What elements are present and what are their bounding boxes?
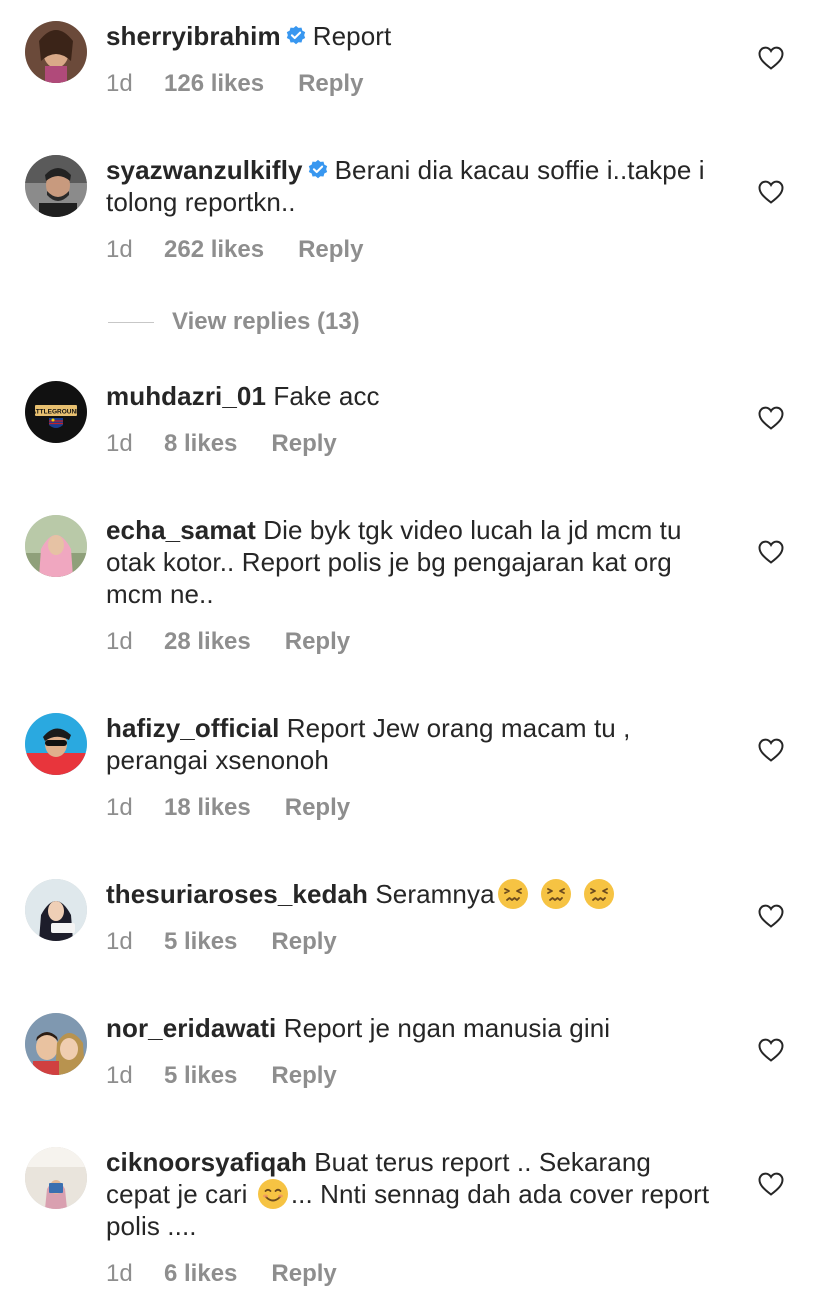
like-heart-icon[interactable]: [758, 540, 784, 564]
reply-button[interactable]: Reply: [298, 235, 363, 265]
avatar[interactable]: [25, 1013, 87, 1075]
comment-time: 1d: [106, 236, 133, 263]
likes-count[interactable]: 262 likes: [164, 235, 264, 265]
comment-meta: 1d 18 likes Reply: [106, 793, 350, 823]
avatar[interactable]: [25, 1147, 87, 1209]
view-replies-button[interactable]: View replies (13): [106, 306, 360, 338]
like-heart-icon[interactable]: [758, 1172, 784, 1196]
comment-username[interactable]: hafizy_official: [106, 713, 279, 743]
comment-meta: 1d 6 likes Reply: [106, 1259, 337, 1289]
likes-count[interactable]: 18 likes: [164, 793, 251, 823]
reply-button[interactable]: Reply: [271, 429, 336, 459]
likes-count[interactable]: 8 likes: [164, 429, 237, 459]
avatar[interactable]: [25, 21, 87, 83]
comment-time: 1d: [106, 794, 133, 821]
confounded-face-emoji: [583, 878, 615, 910]
comment-meta: 1d 262 likes Reply: [106, 235, 363, 265]
reply-button[interactable]: Reply: [298, 69, 363, 99]
likes-count[interactable]: 5 likes: [164, 927, 237, 957]
view-replies-label[interactable]: View replies (13): [172, 308, 360, 336]
like-heart-icon[interactable]: [758, 904, 784, 928]
like-heart-icon[interactable]: [758, 738, 784, 762]
comment-text: Fake acc: [273, 381, 380, 411]
verified-badge-icon: [307, 159, 329, 181]
avatar-badge-text: BATTLEGROUNDS: [27, 409, 86, 416]
comment-username[interactable]: nor_eridawati: [106, 1013, 276, 1043]
likes-count[interactable]: 6 likes: [164, 1259, 237, 1289]
confounded-face-emoji: [497, 878, 529, 910]
like-heart-icon[interactable]: [758, 180, 784, 204]
comment-time: 1d: [106, 1062, 133, 1089]
like-heart-icon[interactable]: [758, 1038, 784, 1062]
reply-button[interactable]: Reply: [271, 927, 336, 957]
like-heart-icon[interactable]: [758, 406, 784, 430]
confounded-face-emoji: [540, 878, 572, 910]
reply-button[interactable]: Reply: [285, 793, 350, 823]
comment-meta: 1d 28 likes Reply: [106, 627, 350, 657]
avatar[interactable]: [25, 713, 87, 775]
comment-meta: 1d 8 likes Reply: [106, 429, 337, 459]
like-heart-icon[interactable]: [758, 46, 784, 70]
comment-text: Report je ngan manusia gini: [283, 1013, 611, 1043]
verified-badge-icon: [285, 25, 307, 47]
likes-count[interactable]: 28 likes: [164, 627, 251, 657]
comment-time: 1d: [106, 1260, 133, 1287]
reply-button[interactable]: Reply: [271, 1061, 336, 1091]
comment-username[interactable]: muhdazri_01: [106, 381, 266, 411]
comment-time: 1d: [106, 628, 133, 655]
avatar[interactable]: [25, 155, 87, 217]
comment-meta: 1d 126 likes Reply: [106, 69, 363, 99]
comment-username[interactable]: thesuriaroses_kedah: [106, 879, 368, 909]
smiling-face-emoji: [257, 1178, 289, 1210]
comment-username[interactable]: echa_samat: [106, 515, 256, 545]
likes-count[interactable]: 126 likes: [164, 69, 264, 99]
comment-time: 1d: [106, 70, 133, 97]
view-replies-divider: [108, 321, 154, 323]
comment-username[interactable]: syazwanzulkifly: [106, 155, 303, 185]
comment-username[interactable]: sherryibrahim: [106, 21, 281, 51]
comment-text: Seramnya: [375, 879, 495, 909]
comment-time: 1d: [106, 430, 133, 457]
comment-meta: 1d 5 likes Reply: [106, 1061, 337, 1091]
likes-count[interactable]: 5 likes: [164, 1061, 237, 1091]
comment-username[interactable]: ciknoorsyafiqah: [106, 1147, 307, 1177]
comment-time: 1d: [106, 928, 133, 955]
avatar[interactable]: [25, 879, 87, 941]
avatar[interactable]: BATTLEGROUNDS: [25, 381, 87, 443]
comment-text: Report: [312, 21, 392, 51]
reply-button[interactable]: Reply: [271, 1259, 336, 1289]
avatar[interactable]: [25, 515, 87, 577]
comment-meta: 1d 5 likes Reply: [106, 927, 337, 957]
reply-button[interactable]: Reply: [285, 627, 350, 657]
